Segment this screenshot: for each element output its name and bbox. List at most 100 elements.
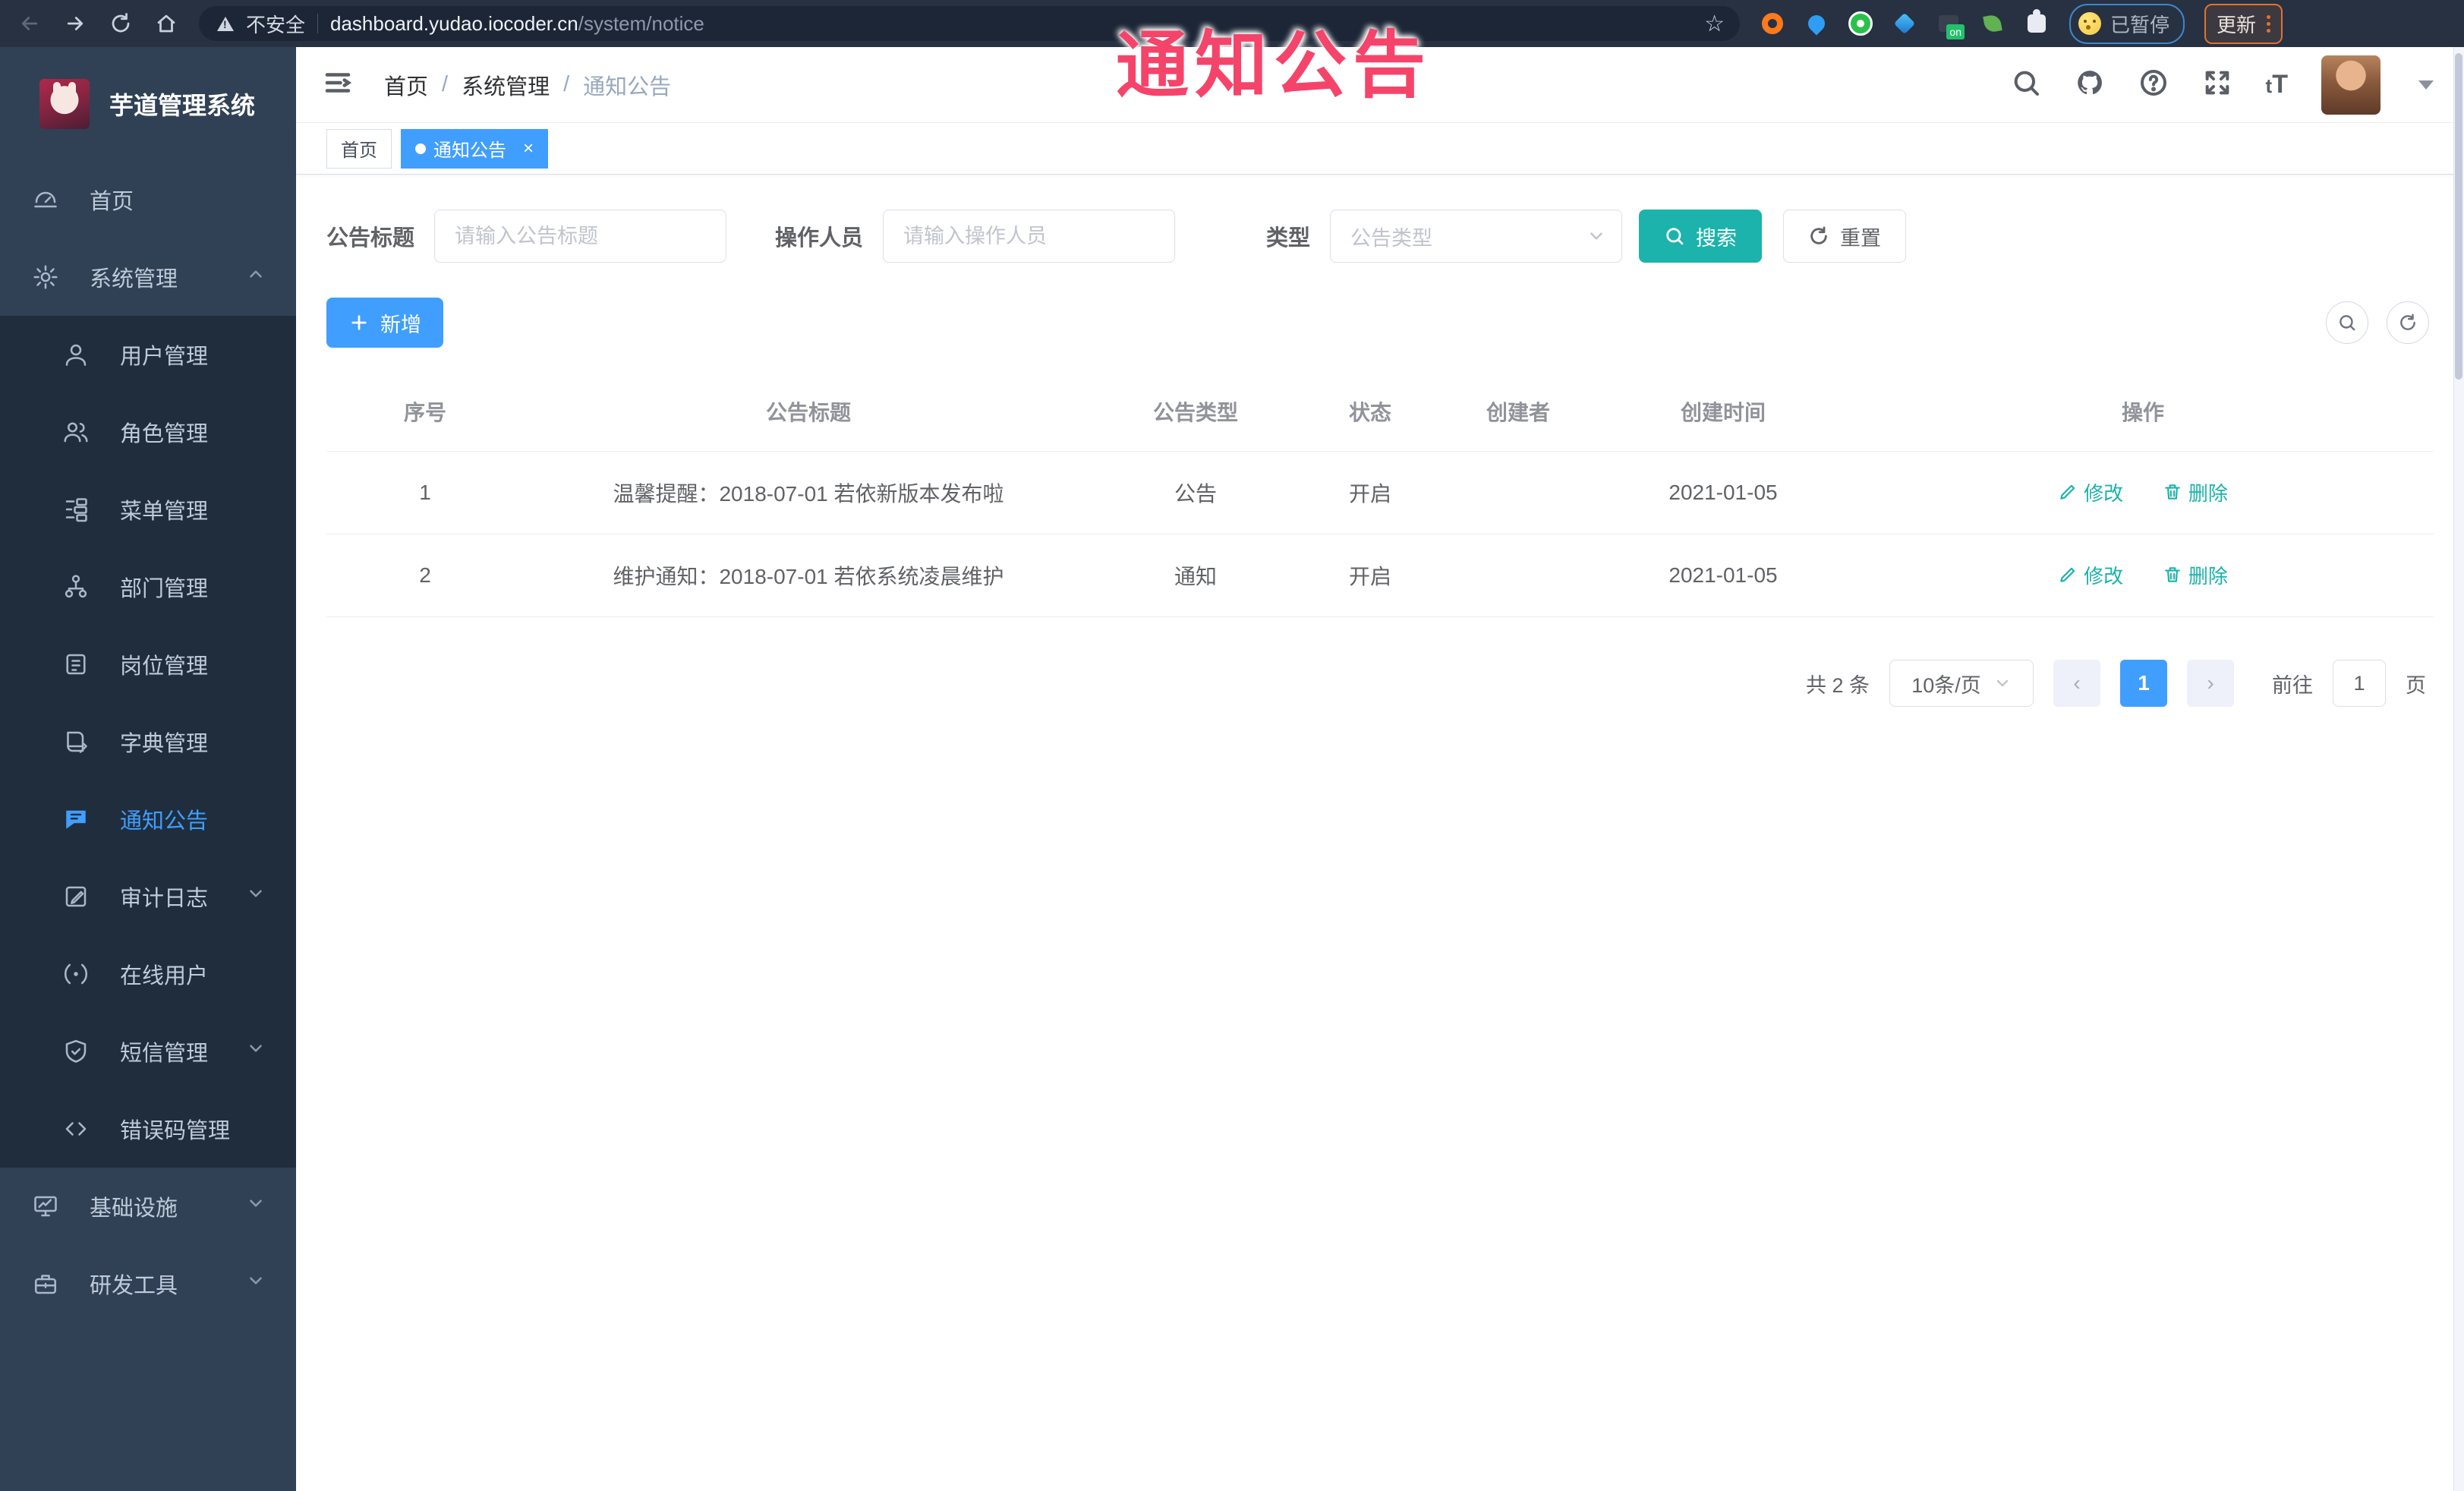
col-status: 状态 xyxy=(1298,374,1442,452)
log-icon xyxy=(65,886,87,907)
header-search-icon[interactable] xyxy=(2011,68,2041,102)
refresh-icon xyxy=(2400,314,2415,330)
search-icon xyxy=(1666,228,1684,245)
close-tab-icon[interactable]: × xyxy=(523,138,534,159)
sidebar-item-menus[interactable]: 菜单管理 xyxy=(0,471,296,548)
sidebar-item-posts[interactable]: 岗位管理 xyxy=(0,626,296,703)
code-icon xyxy=(65,1122,87,1136)
page-size-select[interactable]: 10条/页 xyxy=(1889,660,2034,707)
table-header-row: 序号 公告标题 公告类型 状态 创建者 创建时间 操作 xyxy=(326,374,2434,452)
edit-button[interactable]: 修改 xyxy=(2058,561,2123,589)
table-toolbar: 新增 xyxy=(326,298,2434,348)
notice-title-input[interactable] xyxy=(434,210,727,263)
table-row[interactable]: 1 温馨提醒：2018-07-01 若依新版本发布啦 公告 开启 2021-01… xyxy=(326,451,2434,534)
delete-button[interactable]: 删除 xyxy=(2163,561,2228,589)
next-page-button[interactable]: › xyxy=(2187,660,2234,707)
reload-icon[interactable] xyxy=(108,11,134,36)
extensions-row xyxy=(1760,9,2050,39)
page-unit-label: 页 xyxy=(2406,673,2426,697)
page-1-button[interactable]: 1 xyxy=(2120,660,2167,707)
app-title: 芋道管理系统 xyxy=(109,92,256,119)
sidebar-item-dictionary[interactable]: 字典管理 xyxy=(0,703,296,780)
sidebar-item-dev-tools[interactable]: 研发工具 xyxy=(0,1245,296,1322)
font-size-icon[interactable]: tT xyxy=(2266,70,2288,99)
search-button[interactable]: 搜索 xyxy=(1639,210,1763,263)
add-button[interactable]: 新增 xyxy=(326,298,443,348)
breadcrumb-system[interactable]: 系统管理 xyxy=(462,69,550,101)
book-icon xyxy=(67,731,87,753)
chevron-down-icon xyxy=(246,1039,266,1064)
extension-green-circle-icon[interactable] xyxy=(1848,11,1873,36)
help-icon[interactable] xyxy=(2138,68,2169,102)
edit-button[interactable]: 修改 xyxy=(2058,478,2123,506)
chevron-down-icon xyxy=(246,1193,266,1219)
address-bar[interactable]: 不安全 dashboard.yudao.iocoder.cn/system/no… xyxy=(199,6,1740,41)
chevron-down-icon xyxy=(246,884,266,909)
user-avatar[interactable] xyxy=(2321,55,2381,115)
toggle-search-button[interactable] xyxy=(2326,301,2368,344)
tags-view-bar: 首页 通知公告 × xyxy=(296,123,2464,175)
extensions-puzzle-icon[interactable] xyxy=(2024,9,2050,36)
edit-icon xyxy=(2060,568,2075,582)
profile-paused-badge[interactable]: 已暂停 xyxy=(2069,3,2185,44)
col-created: 创建时间 xyxy=(1594,374,1852,452)
refresh-table-button[interactable] xyxy=(2387,301,2429,344)
shield-icon xyxy=(65,1039,87,1063)
fullscreen-icon[interactable] xyxy=(2202,68,2232,102)
trash-icon xyxy=(2165,567,2180,582)
notice-table: 序号 公告标题 公告类型 状态 创建者 创建时间 操作 1 温馨提醒：2018-… xyxy=(326,374,2434,617)
not-secure-label: 不安全 xyxy=(246,13,306,36)
delete-button[interactable]: 删除 xyxy=(2163,478,2228,506)
sidebar: 芋道管理系统 首页 系统管理 用户管理 角色管理 菜单管理 部门管理 岗位管理 … xyxy=(0,47,296,1491)
sidebar-item-departments[interactable]: 部门管理 xyxy=(0,548,296,626)
col-actions: 操作 xyxy=(1852,374,2434,452)
sidebar-item-roles[interactable]: 角色管理 xyxy=(0,393,296,471)
chrome-update-button[interactable]: 更新 xyxy=(2204,3,2283,44)
operator-label: 操作人员 xyxy=(775,226,864,251)
sidebar-item-error-codes[interactable]: 错误码管理 xyxy=(0,1090,296,1168)
prev-page-button[interactable]: ‹ xyxy=(2053,660,2100,707)
browser-menu-icon[interactable] xyxy=(2267,14,2271,33)
avatar-caret-icon[interactable] xyxy=(2418,80,2434,90)
chevron-up-icon xyxy=(246,264,266,290)
extension-leaf-icon[interactable] xyxy=(1980,11,2006,36)
collapse-sidebar-icon[interactable] xyxy=(322,67,354,102)
plus-icon xyxy=(351,315,367,330)
badge-icon xyxy=(66,654,86,675)
goto-label: 前往 xyxy=(2272,673,2313,697)
tag-notice[interactable]: 通知公告 × xyxy=(401,128,549,169)
sidebar-item-users[interactable]: 用户管理 xyxy=(0,316,296,393)
type-select[interactable]: 公告类型 xyxy=(1330,210,1623,263)
edit-icon xyxy=(2060,485,2075,500)
sidebar-item-audit-log[interactable]: 审计日志 xyxy=(0,858,296,935)
extension-database-on-icon[interactable] xyxy=(1936,11,1965,39)
bookmark-star-icon[interactable]: ☆ xyxy=(1704,11,1725,37)
forward-icon[interactable] xyxy=(62,11,88,36)
reset-button[interactable]: 重置 xyxy=(1783,210,1907,263)
col-title: 公告标题 xyxy=(524,374,1093,452)
back-icon[interactable] xyxy=(17,11,43,36)
message-icon xyxy=(66,810,86,829)
goto-page-input[interactable] xyxy=(2333,660,2386,707)
operator-input[interactable] xyxy=(883,210,1176,263)
tag-home[interactable]: 首页 xyxy=(326,128,392,169)
table-row[interactable]: 2 维护通知：2018-07-01 若依系统凌晨维护 通知 开启 2021-01… xyxy=(326,534,2434,617)
home-icon[interactable] xyxy=(153,11,179,36)
extension-diamond-icon[interactable] xyxy=(1892,11,1917,36)
extension-orange-icon[interactable] xyxy=(1760,11,1785,36)
sidebar-item-system[interactable]: 系统管理 xyxy=(0,238,296,316)
sidebar-item-notice[interactable]: 通知公告 xyxy=(0,780,296,858)
github-icon[interactable] xyxy=(2075,68,2105,102)
extension-pin-icon[interactable] xyxy=(1804,11,1829,36)
app-logo[interactable]: 芋道管理系统 xyxy=(0,47,296,161)
annotation-overlay-text: 通知公告 xyxy=(1116,25,1432,106)
chevron-down-icon xyxy=(1996,679,2008,687)
sidebar-item-infrastructure[interactable]: 基础设施 xyxy=(0,1168,296,1245)
sidebar-item-sms[interactable]: 短信管理 xyxy=(0,1013,296,1090)
pagination: 共 2 条 10条/页 ‹ 1 › 前往 页 xyxy=(326,660,2434,707)
sidebar-item-online-users[interactable]: 在线用户 xyxy=(0,935,296,1013)
paused-label: 已暂停 xyxy=(2110,13,2170,36)
breadcrumb-home[interactable]: 首页 xyxy=(384,69,428,101)
active-dot-icon xyxy=(415,143,426,154)
sidebar-item-home[interactable]: 首页 xyxy=(0,161,296,238)
